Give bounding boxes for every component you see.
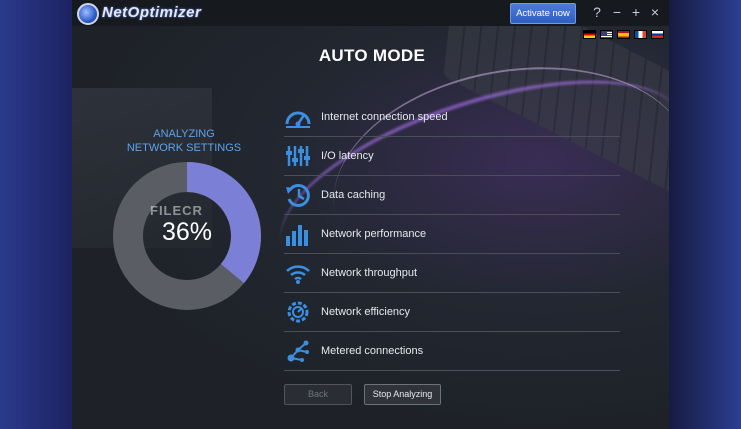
app-logo-icon — [77, 3, 99, 25]
app-title: NetOptimizer — [102, 4, 202, 21]
list-item: Metered connections — [284, 332, 620, 371]
wifi-icon — [286, 265, 310, 284]
equalizer-icon — [286, 146, 310, 166]
optimization-list: Internet connection speed I/O latency Da… — [284, 98, 620, 371]
speedometer-icon — [285, 111, 311, 128]
flag-english-icon[interactable] — [600, 30, 613, 39]
list-item-label: Network performance — [321, 228, 427, 240]
activate-now-button[interactable]: Activate now — [510, 3, 576, 24]
help-button[interactable]: ? — [590, 5, 604, 19]
bar-chart-icon — [286, 225, 308, 246]
list-item-label: Data caching — [321, 189, 386, 201]
list-item: Network throughput — [284, 254, 620, 293]
minimize-button[interactable]: − — [610, 5, 624, 19]
list-item: Data caching — [284, 176, 620, 215]
back-button[interactable]: Back — [284, 384, 352, 405]
list-item-label: Network efficiency — [321, 306, 411, 318]
status-line-1: ANALYZING — [153, 128, 215, 140]
list-item: Internet connection speed — [284, 98, 620, 137]
flag-spanish-icon[interactable] — [617, 30, 630, 39]
list-item: Network efficiency — [284, 293, 620, 332]
status-line-2: NETWORK SETTINGS — [126, 142, 242, 154]
list-item: I/O latency — [284, 137, 620, 176]
watermark-text: FILECR — [150, 203, 203, 218]
app-window: NetOptimizer Activate now ? − + × AUTO M… — [72, 0, 669, 429]
stop-analyzing-button[interactable]: Stop Analyzing — [364, 384, 441, 405]
list-item-label: Network throughput — [321, 267, 417, 279]
close-button[interactable]: × — [648, 5, 662, 19]
status-label: ANALYZING NETWORK SETTINGS — [114, 127, 254, 155]
list-item: Network performance — [284, 215, 620, 254]
flag-russian-icon[interactable] — [651, 30, 664, 39]
progress-percent: 36% — [161, 218, 213, 246]
flag-german-icon[interactable] — [583, 30, 596, 39]
maximize-button[interactable]: + — [629, 5, 643, 19]
list-item-label: I/O latency — [321, 150, 374, 162]
title-bar: NetOptimizer Activate now ? − + × — [72, 0, 669, 26]
flag-french-icon[interactable] — [634, 30, 647, 39]
gear-speed-icon — [287, 301, 309, 323]
language-selector — [583, 30, 664, 39]
list-item-label: Internet connection speed — [321, 111, 448, 123]
network-nodes-icon — [287, 340, 309, 362]
page-title: AUTO MODE — [318, 46, 426, 65]
history-icon — [286, 183, 310, 207]
list-item-label: Metered connections — [321, 345, 424, 357]
